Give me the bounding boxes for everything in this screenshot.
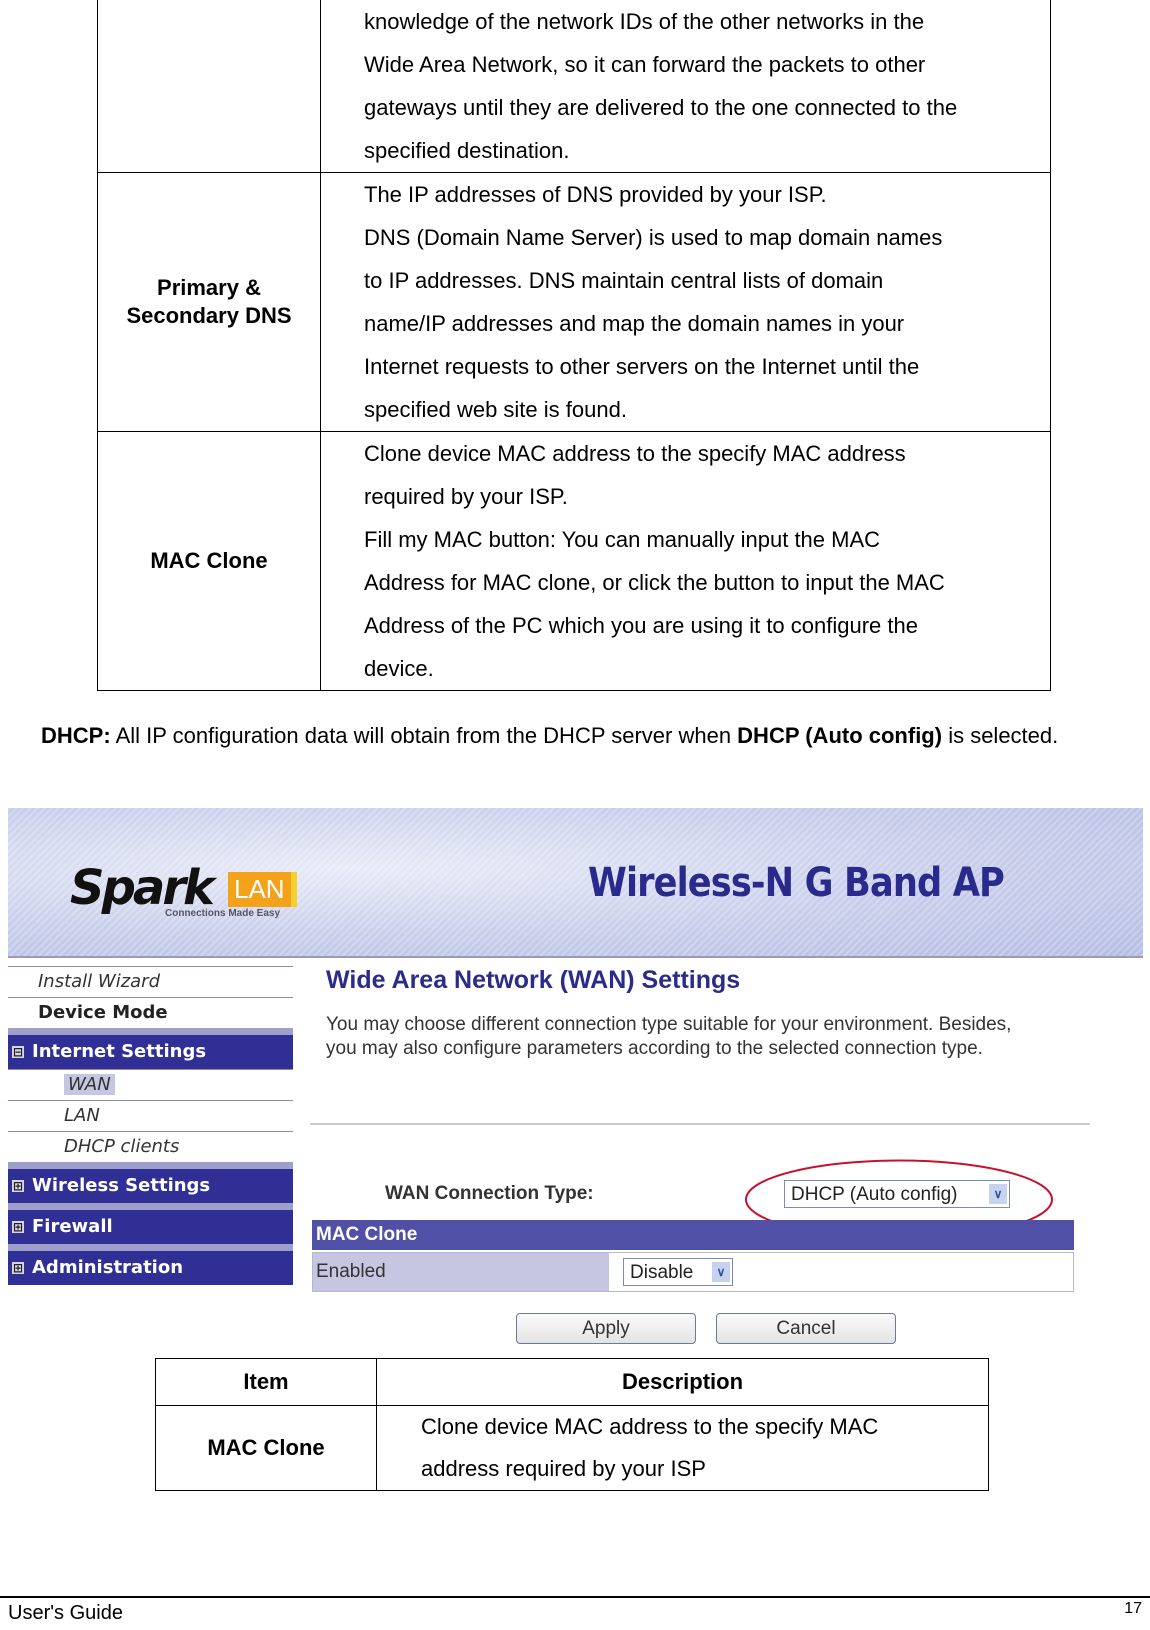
description-cell: The IP addresses of DNS provided by your… bbox=[320, 172, 1051, 432]
description-line: Clone device MAC address to the specify … bbox=[421, 1414, 879, 1439]
mac-clone-header: MAC Clone bbox=[312, 1220, 1074, 1250]
sidebar-item-device-mode[interactable]: Device Mode bbox=[8, 997, 293, 1028]
mac-clone-select[interactable]: Disable ∨ bbox=[623, 1258, 733, 1286]
logo-badge: LAN bbox=[228, 872, 297, 907]
table-row: MAC Clone Clone device MAC address to th… bbox=[155, 1405, 989, 1491]
section-label: Wireless Settings bbox=[32, 1175, 211, 1196]
mac-clone-enabled-label: Enabled bbox=[313, 1253, 611, 1291]
sidebar-nav: Install Wizard Device Mode ⊟ Internet Set… bbox=[8, 966, 293, 1285]
description-line: device. bbox=[364, 656, 434, 681]
page-intro: You may choose different connection type… bbox=[326, 1014, 1012, 1059]
description-line: The IP addresses of DNS provided by your… bbox=[364, 182, 827, 207]
description-line: required by your ISP. bbox=[364, 484, 568, 509]
expand-icon[interactable]: ⊞ bbox=[12, 1221, 24, 1233]
expand-icon[interactable]: ⊞ bbox=[12, 1180, 24, 1192]
sidebar-item-label: WAN bbox=[64, 1074, 115, 1095]
item-description-table: Item Description MAC Clone Clone device … bbox=[155, 1358, 989, 1491]
description-line: specified destination. bbox=[364, 138, 570, 163]
dhcp-term: DHCP (Auto config) bbox=[737, 723, 943, 748]
dhcp-lead: DHCP: bbox=[41, 723, 111, 748]
description-line: Wide Area Network, so it can forward the… bbox=[364, 52, 926, 77]
dhcp-paragraph: DHCP: All IP configuration data will obt… bbox=[41, 722, 1139, 750]
description-line: knowledge of the network IDs of the othe… bbox=[364, 9, 925, 34]
banner: Spark LAN Connections Made Easy Wireless… bbox=[8, 808, 1143, 958]
apply-button[interactable]: Apply bbox=[516, 1313, 696, 1344]
footer-divider bbox=[0, 1596, 1150, 1598]
description-cell: Clone device MAC address to the specify … bbox=[376, 1405, 989, 1491]
page-title: Wide Area Network (WAN) Settings bbox=[326, 966, 741, 994]
table-header-row: Item Description bbox=[155, 1358, 989, 1406]
item-cell bbox=[97, 0, 321, 173]
description-line: address required by your ISP bbox=[421, 1456, 706, 1481]
dhcp-text: All IP configuration data will obtain fr… bbox=[110, 723, 738, 748]
description-table: knowledge of the network IDs of the othe… bbox=[97, 0, 1051, 691]
logo-tagline: Connections Made Easy bbox=[165, 908, 281, 919]
description-line: name/IP addresses and map the domain nam… bbox=[364, 311, 905, 336]
sidebar-section-firewall[interactable]: ⊞ Firewall bbox=[8, 1203, 293, 1244]
sidebar-item-dhcp-clients[interactable]: DHCP clients bbox=[8, 1131, 293, 1162]
item-cell: Primary & Secondary DNS bbox=[97, 172, 321, 432]
sidebar-section-wireless-settings[interactable]: ⊞ Wireless Settings bbox=[8, 1162, 293, 1203]
description-cell: knowledge of the network IDs of the othe… bbox=[320, 0, 1051, 173]
table-row: knowledge of the network IDs of the othe… bbox=[97, 0, 1051, 173]
description-line: specified web site is found. bbox=[364, 397, 627, 422]
section-label: Administration bbox=[32, 1257, 184, 1278]
column-header-item: Item bbox=[155, 1358, 377, 1406]
description-line: DNS (Domain Name Server) is used to map … bbox=[364, 225, 943, 250]
description-line: Clone device MAC address to the specify … bbox=[364, 441, 906, 466]
sidebar-section-internet-settings[interactable]: ⊟ Internet Settings bbox=[8, 1028, 293, 1069]
cancel-button[interactable]: Cancel bbox=[716, 1313, 896, 1344]
item-cell: MAC Clone bbox=[97, 431, 321, 691]
description-line: gateways until they are delivered to the… bbox=[364, 95, 958, 120]
description-line: to IP addresses. DNS maintain central li… bbox=[364, 268, 884, 293]
table-row: Primary & Secondary DNS The IP addresses… bbox=[97, 172, 1051, 432]
expand-icon[interactable]: ⊞ bbox=[12, 1262, 24, 1274]
chevron-down-icon[interactable]: ∨ bbox=[712, 1262, 730, 1282]
divider bbox=[8, 956, 1143, 958]
router-ui-screenshot: Spark LAN Connections Made Easy Wireless… bbox=[8, 808, 1143, 1348]
item-cell: MAC Clone bbox=[155, 1405, 377, 1491]
sidebar-item-wan[interactable]: WAN bbox=[8, 1069, 293, 1100]
section-label: Firewall bbox=[32, 1216, 113, 1237]
sidebar-item-lan[interactable]: LAN bbox=[8, 1100, 293, 1131]
divider bbox=[310, 1123, 1090, 1125]
footer-title: User's Guide bbox=[8, 1602, 123, 1624]
table-row: MAC Clone Clone device MAC address to th… bbox=[97, 431, 1051, 691]
section-label: Internet Settings bbox=[32, 1041, 207, 1062]
collapse-icon[interactable]: ⊟ bbox=[12, 1046, 24, 1058]
description-line: Internet requests to other servers on th… bbox=[364, 354, 920, 379]
select-value: Disable bbox=[630, 1262, 694, 1283]
column-header-description: Description bbox=[376, 1358, 989, 1406]
sidebar-item-install-wizard[interactable]: Install Wizard bbox=[8, 966, 293, 997]
product-title: Wireless-N G Band AP bbox=[588, 860, 1005, 906]
page-number: 17 bbox=[1124, 1600, 1142, 1617]
description-line: Address for MAC clone, or click the butt… bbox=[364, 570, 945, 595]
description-line: Fill my MAC button: You can manually inp… bbox=[364, 527, 881, 552]
wan-connection-type-label: WAN Connection Type: bbox=[385, 1183, 594, 1204]
dhcp-text-end: is selected. bbox=[942, 723, 1059, 748]
description-line: Address of the PC which you are using it… bbox=[364, 613, 918, 638]
mac-clone-row: Enabled Disable ∨ bbox=[312, 1252, 1074, 1292]
sidebar-section-administration[interactable]: ⊞ Administration bbox=[8, 1244, 293, 1285]
description-cell: Clone device MAC address to the specify … bbox=[320, 431, 1051, 691]
